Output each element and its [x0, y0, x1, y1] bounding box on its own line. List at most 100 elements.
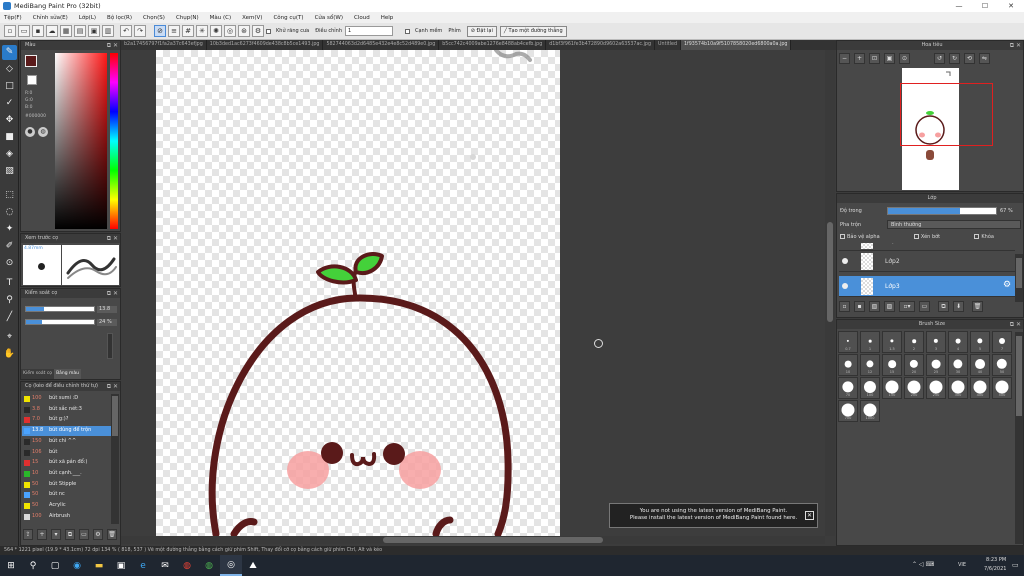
brush-size-cell[interactable]: 4: [948, 331, 968, 353]
task-view-icon[interactable]: ▢: [44, 555, 66, 576]
brush-size-cell[interactable]: 12: [860, 354, 880, 376]
brush-delete-icon[interactable]: 🗑: [107, 529, 117, 540]
brush-size-cell[interactable]: 25: [926, 354, 946, 376]
brush-dropdown-icon[interactable]: ▾: [51, 529, 61, 540]
brush-size-cell[interactable]: 20: [904, 354, 924, 376]
brush-size-scrollbar[interactable]: [1015, 332, 1023, 544]
actual-size-icon[interactable]: ▣: [884, 53, 895, 64]
hue-slider[interactable]: [110, 53, 118, 229]
brush-item[interactable]: 15 bút xã pán đổ:): [22, 458, 111, 468]
input-language[interactable]: VIE: [958, 562, 966, 568]
dot-tool-icon[interactable]: ✓: [2, 96, 17, 111]
chrome-alt-icon[interactable]: ◍: [198, 555, 220, 576]
panel-controls-icon[interactable]: ⧉ ✕: [107, 289, 118, 298]
brush-size-cell[interactable]: 2: [904, 331, 924, 353]
text-tool-icon[interactable]: T: [2, 276, 17, 291]
grid-icon[interactable]: ▦: [60, 25, 72, 37]
layer-folder-icon[interactable]: ▭: [919, 301, 930, 312]
snap-vanish-icon[interactable]: ✳: [196, 25, 208, 37]
main-color-swatch[interactable]: [25, 55, 37, 67]
search-icon[interactable]: ⚲: [22, 555, 44, 576]
close-button[interactable]: ✕: [998, 0, 1024, 12]
edge-icon[interactable]: ◉: [66, 555, 88, 576]
start-icon[interactable]: ⊞: [0, 555, 22, 576]
new-8bit-layer-icon[interactable]: ▧: [869, 301, 880, 312]
store-icon[interactable]: ▣: [110, 555, 132, 576]
snap-radial-icon[interactable]: ✺: [210, 25, 222, 37]
mail-icon[interactable]: ✉: [154, 555, 176, 576]
brush-opacity-value[interactable]: 24 %: [97, 319, 117, 326]
lock-option[interactable]: Khóa: [974, 234, 994, 240]
layer-row-selected[interactable]: Lớp3 ⚙: [839, 276, 1015, 297]
layer-scroll-thumb[interactable]: [1016, 258, 1022, 288]
delete-layer-icon[interactable]: 🗑: [972, 301, 983, 312]
menu-layer[interactable]: Lớp(L): [79, 15, 96, 21]
doc-tab[interactable]: Untitled: [655, 40, 681, 50]
brush-folder-icon[interactable]: ▭: [79, 529, 89, 540]
new-halftone-layer-icon[interactable]: ▪: [854, 301, 865, 312]
doc-tab[interactable]: 582744063d2d6485e432e4e8c52d489e0.jpg: [323, 40, 440, 50]
ie-icon[interactable]: e: [132, 555, 154, 576]
brush-item[interactable]: 50 Acrylic: [22, 501, 111, 511]
explorer-icon[interactable]: ▬: [88, 555, 110, 576]
brush-size-cell[interactable]: 100: [860, 377, 880, 399]
new-file-icon[interactable]: ▫: [4, 25, 16, 37]
duplicate-layer-icon[interactable]: ⧉: [938, 301, 949, 312]
brush-list-scrollbar[interactable]: [111, 394, 119, 524]
brush-size-cell[interactable]: 50: [992, 354, 1012, 376]
brush-size-cell[interactable]: 10: [838, 354, 858, 376]
minimize-button[interactable]: —: [946, 0, 972, 12]
panel-controls-icon[interactable]: ⧉ ✕: [107, 41, 118, 50]
redo-icon[interactable]: ↷: [134, 25, 146, 37]
bucket-tool-icon[interactable]: ◈: [2, 147, 17, 162]
clipping-checkbox[interactable]: [913, 234, 919, 239]
saturation-value-picker[interactable]: [55, 53, 107, 229]
new-layer-icon[interactable]: ▫: [839, 301, 850, 312]
merge-down-icon[interactable]: ⬇: [953, 301, 964, 312]
operation-tool-icon[interactable]: ⚲: [2, 293, 17, 308]
canvas-horizontal-scrollbar[interactable]: [121, 536, 825, 544]
brush-scroll[interactable]: [107, 333, 113, 359]
clock-time[interactable]: 8:23 PM: [986, 557, 1006, 563]
menu-file[interactable]: Tệp(F): [4, 15, 22, 21]
hand-tool-icon[interactable]: ✋: [2, 347, 17, 362]
notification-icon[interactable]: ▭: [1012, 561, 1019, 569]
medibang-taskbar-icon[interactable]: ◎: [220, 555, 242, 576]
cloud-icon[interactable]: ☁: [46, 25, 58, 37]
brush-size-cell[interactable]: 500: [992, 377, 1012, 399]
menu-select[interactable]: Chọn(S): [143, 15, 165, 21]
snap-off-icon[interactable]: ⊘: [154, 25, 166, 37]
undo-icon[interactable]: ↶: [120, 25, 132, 37]
snap-reset-button[interactable]: ⊘ Đặt lại: [466, 25, 497, 37]
chrome-icon[interactable]: ◍: [176, 555, 198, 576]
rotate-left-icon[interactable]: ↺: [934, 53, 945, 64]
brush-item[interactable]: 150 bút chì ^^: [22, 437, 111, 447]
notice-close-icon[interactable]: ✕: [805, 511, 814, 520]
layer-visibility-icon[interactable]: [842, 258, 848, 264]
panel-controls-icon[interactable]: ⧉ ✕: [107, 382, 118, 391]
brush-size-cell[interactable]: 3: [926, 331, 946, 353]
doc-tab[interactable]: 10b3ded1ac6273f4609de438c8b5ce1493.jpg: [207, 40, 324, 50]
brush-size-slider[interactable]: [25, 306, 95, 312]
layer-settings-icon[interactable]: ⚙: [1003, 280, 1011, 290]
drawing-canvas[interactable]: [156, 50, 560, 536]
color-wheel-icon[interactable]: ◍: [38, 127, 48, 137]
doc-tab-active[interactable]: 1f93574b10a9f5107858020ed6800a0a.jpg: [681, 40, 792, 50]
layer-row[interactable]: Lớp1: [839, 243, 1015, 251]
doc-tab[interactable]: d1bf3f961fe3b472890d9602a63537ac.jpg: [546, 40, 656, 50]
brush-size-cell[interactable]: 700: [838, 400, 858, 422]
brush-add-icon[interactable]: +: [37, 529, 47, 540]
update-notice[interactable]: You are not using the latest version of …: [609, 503, 818, 528]
menu-edit[interactable]: Chỉnh sửa(E): [33, 15, 68, 21]
layer-opacity-slider[interactable]: [887, 207, 997, 215]
clipping-option[interactable]: Xén bớt: [913, 234, 940, 240]
brush-size-cell[interactable]: 250: [926, 377, 946, 399]
magic-wand-tool-icon[interactable]: ✦: [2, 222, 17, 237]
move-tool-icon[interactable]: ✥: [2, 113, 17, 128]
brush-size-cell[interactable]: 5: [970, 331, 990, 353]
zoom-100-icon[interactable]: ⊙: [899, 53, 910, 64]
sub-color-swatch[interactable]: [27, 75, 37, 85]
zoom-out-icon[interactable]: −: [839, 53, 850, 64]
brush-size-cell[interactable]: 40: [970, 354, 990, 376]
brush-size-cell[interactable]: 400: [970, 377, 990, 399]
